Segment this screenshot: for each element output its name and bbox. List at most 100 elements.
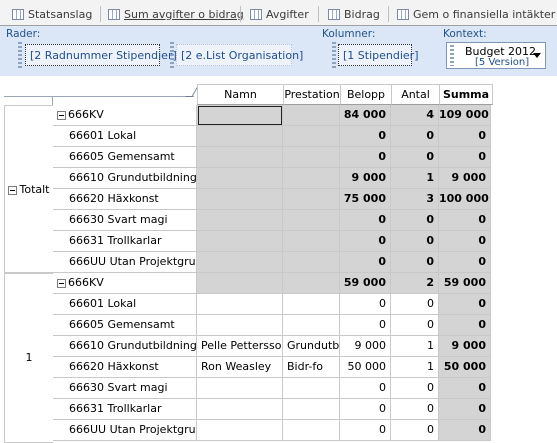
- row-label[interactable]: 66605 Gemensamt: [53, 315, 197, 336]
- cell-prestation[interactable]: Bidr-fo: [283, 357, 340, 378]
- cell-belopp[interactable]: 9 000: [340, 336, 391, 357]
- cell-namn[interactable]: [197, 273, 283, 294]
- cell-belopp[interactable]: 0: [340, 147, 391, 168]
- cell-prestation[interactable]: [283, 147, 340, 168]
- cell-antal[interactable]: 2: [391, 273, 439, 294]
- cell-belopp[interactable]: 0: [340, 252, 391, 273]
- row-label[interactable]: 666UU Utan Projektgrupp: [53, 420, 197, 441]
- cell-namn[interactable]: Ron Weasley: [197, 357, 283, 378]
- tab-bidrag[interactable]: Bidrag: [328, 4, 380, 24]
- cell-belopp[interactable]: 75 000: [340, 189, 391, 210]
- cell-namn[interactable]: [197, 399, 283, 420]
- cell-prestation[interactable]: [283, 399, 340, 420]
- chevron-down-icon[interactable]: [533, 53, 541, 58]
- cell-summa[interactable]: 9 000: [439, 168, 491, 189]
- column-header-antal[interactable]: Antal: [391, 84, 439, 105]
- cell-namn[interactable]: [197, 315, 283, 336]
- cell-summa[interactable]: 0: [439, 315, 491, 336]
- cell-namn[interactable]: [197, 189, 283, 210]
- cell-summa[interactable]: 0: [439, 252, 491, 273]
- cell-antal[interactable]: 1: [391, 168, 439, 189]
- drag-handle[interactable]: [18, 42, 22, 68]
- row-label[interactable]: 66610 Grundutbildning: [53, 336, 197, 357]
- cell-antal[interactable]: 1: [391, 336, 439, 357]
- column-header-prestation[interactable]: Prestation: [283, 84, 340, 105]
- cell-namn[interactable]: [197, 105, 283, 126]
- cell-prestation[interactable]: [283, 273, 340, 294]
- collapse-icon[interactable]: [8, 185, 18, 195]
- cell-antal[interactable]: 0: [391, 420, 439, 441]
- cell-belopp[interactable]: 50 000: [340, 357, 391, 378]
- row-label[interactable]: 666UU Utan Projektgrupp: [53, 252, 197, 273]
- cell-belopp[interactable]: 0: [340, 378, 391, 399]
- column-header-summa[interactable]: Summa: [439, 84, 493, 105]
- cell-prestation[interactable]: [283, 126, 340, 147]
- cell-belopp[interactable]: 84 000: [340, 105, 391, 126]
- cell-prestation[interactable]: [283, 294, 340, 315]
- cell-namn[interactable]: [197, 420, 283, 441]
- drag-handle[interactable]: [450, 45, 454, 66]
- cell-antal[interactable]: 4: [391, 105, 439, 126]
- cell-summa[interactable]: 0: [439, 147, 491, 168]
- row-label[interactable]: 66610 Grundutbildning: [53, 168, 197, 189]
- cell-summa[interactable]: 0: [439, 126, 491, 147]
- tab-avgifter[interactable]: Avgifter: [250, 4, 309, 24]
- cell-antal[interactable]: 0: [391, 378, 439, 399]
- cell-antal[interactable]: 3: [391, 189, 439, 210]
- collapse-icon[interactable]: [57, 110, 66, 120]
- cell-summa[interactable]: 0: [439, 399, 491, 420]
- cell-summa[interactable]: 0: [439, 210, 491, 231]
- cell-summa[interactable]: 0: [439, 420, 491, 441]
- collapse-icon[interactable]: [57, 278, 66, 288]
- cell-prestation[interactable]: [283, 252, 340, 273]
- cell-antal[interactable]: 0: [391, 210, 439, 231]
- drag-handle[interactable]: [170, 42, 174, 68]
- row-label[interactable]: 666KV: [53, 273, 197, 294]
- cell-summa[interactable]: 0: [439, 231, 491, 252]
- cell-prestation[interactable]: [283, 231, 340, 252]
- cell-antal[interactable]: 0: [391, 315, 439, 336]
- cell-namn[interactable]: [197, 294, 283, 315]
- context-dropdown[interactable]: Budget 2012 [5 Version]: [446, 42, 546, 69]
- cell-prestation[interactable]: [283, 420, 340, 441]
- column-header-belopp[interactable]: Belopp: [340, 84, 391, 105]
- cell-summa[interactable]: 9 000: [439, 336, 491, 357]
- rows-dimension-chip-organisation[interactable]: [2 e.List Organisation]: [176, 44, 303, 66]
- cell-summa[interactable]: 109 000: [439, 105, 491, 126]
- cell-antal[interactable]: 1: [391, 357, 439, 378]
- cell-antal[interactable]: 0: [391, 399, 439, 420]
- cell-summa[interactable]: 0: [439, 294, 491, 315]
- cell-antal[interactable]: 0: [391, 126, 439, 147]
- row-label[interactable]: 66601 Lokal: [53, 126, 197, 147]
- cell-prestation[interactable]: [283, 168, 340, 189]
- row-label[interactable]: 66601 Lokal: [53, 294, 197, 315]
- cell-prestation[interactable]: [283, 105, 340, 126]
- cell-belopp[interactable]: 0: [340, 231, 391, 252]
- drag-handle[interactable]: [332, 42, 336, 68]
- cell-belopp[interactable]: 0: [340, 420, 391, 441]
- cell-namn[interactable]: [197, 231, 283, 252]
- cell-belopp[interactable]: 0: [340, 399, 391, 420]
- rows-dimension-chip-radnummer[interactable]: [2 Radnummer Stipendier]: [25, 44, 177, 66]
- cell-antal[interactable]: 0: [391, 252, 439, 273]
- row-label[interactable]: 66605 Gemensamt: [53, 147, 197, 168]
- tab-statsanslag[interactable]: Statsanslag: [12, 4, 92, 24]
- row-label[interactable]: 66630 Svart magi: [53, 378, 197, 399]
- row-label[interactable]: 66631 Trollkarlar: [53, 399, 197, 420]
- column-header-namn[interactable]: Namn: [197, 84, 283, 105]
- cell-antal[interactable]: 0: [391, 231, 439, 252]
- cell-prestation[interactable]: [283, 315, 340, 336]
- cell-antal[interactable]: 0: [391, 147, 439, 168]
- cell-namn[interactable]: [197, 126, 283, 147]
- cell-prestation[interactable]: [283, 189, 340, 210]
- cell-belopp[interactable]: 9 000: [340, 168, 391, 189]
- cell-belopp[interactable]: 0: [340, 294, 391, 315]
- row-label[interactable]: 66620 Häxkonst: [53, 357, 197, 378]
- cell-belopp[interactable]: 0: [340, 126, 391, 147]
- row-label[interactable]: 666KV: [53, 105, 197, 126]
- cell-summa[interactable]: 59 000: [439, 273, 491, 294]
- cell-summa[interactable]: 100 000: [439, 189, 491, 210]
- tab-gem-o-finansiella-intakter[interactable]: Gem o finansiella intäkter: [397, 4, 555, 24]
- columns-dimension-chip-stipendier[interactable]: [1 Stipendier]: [338, 44, 418, 66]
- cell-namn[interactable]: [197, 252, 283, 273]
